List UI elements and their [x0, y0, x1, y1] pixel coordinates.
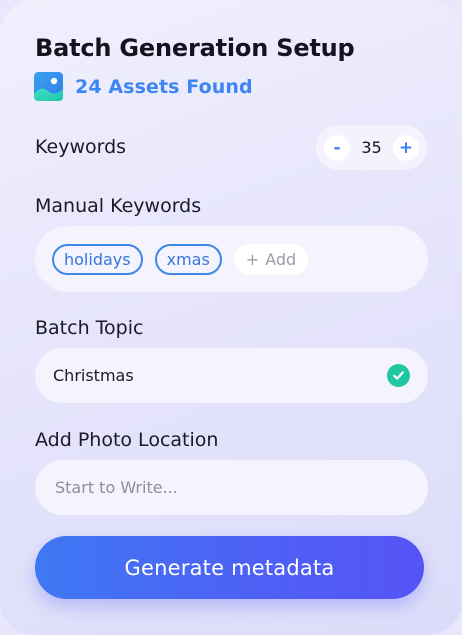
batch-topic-label: Batch Topic [35, 317, 144, 339]
check-mark-icon [393, 371, 404, 380]
photo-location-input[interactable] [53, 477, 410, 498]
batch-topic-value: Christmas [53, 366, 134, 385]
decrement-button[interactable]: - [324, 134, 350, 161]
manual-keywords-label: Manual Keywords [35, 195, 202, 217]
check-circle-icon [387, 364, 410, 387]
add-keyword-button[interactable]: + Add [233, 243, 309, 275]
image-icon [34, 72, 63, 101]
keyword-tag[interactable]: xmas [154, 243, 222, 275]
assets-found-count: 24 Assets Found [75, 75, 253, 98]
page-title: Batch Generation Setup [35, 34, 355, 62]
photo-location-field [35, 460, 428, 515]
batch-setup-card: Batch Generation Setup 24 Assets Found K… [0, 0, 462, 635]
batch-topic-field[interactable]: Christmas [35, 348, 428, 403]
plus-icon: + [245, 249, 260, 269]
keyword-tag[interactable]: holidays [52, 243, 143, 275]
assets-summary: 24 Assets Found [34, 72, 253, 101]
manual-keywords-box: holidays xmas + Add [35, 226, 428, 292]
add-keyword-label: Add [265, 249, 297, 269]
keywords-count-stepper: - 35 + [316, 125, 427, 170]
generate-metadata-button[interactable]: Generate metadata [35, 536, 424, 599]
photo-location-label: Add Photo Location [35, 429, 219, 451]
increment-button[interactable]: + [392, 134, 419, 161]
keywords-label: Keywords [35, 136, 127, 158]
keywords-count-value: 35 [361, 138, 382, 157]
